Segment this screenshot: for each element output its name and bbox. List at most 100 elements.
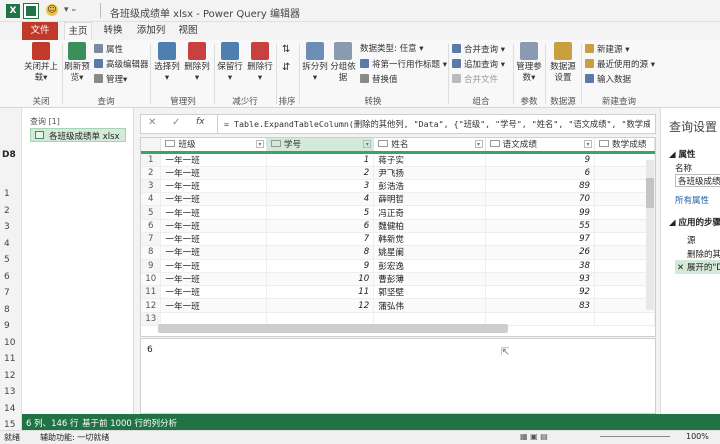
cell-class[interactable]: 一年一班 — [160, 245, 267, 260]
tab-home[interactable]: 主页 — [64, 22, 92, 40]
manage-params-button[interactable]: 管理参数▾ — [515, 42, 543, 84]
column-type-icon[interactable] — [599, 140, 610, 148]
filter-dropdown-icon[interactable]: ▾ — [363, 140, 372, 149]
cell-chinese-score[interactable]: 6 — [485, 166, 596, 180]
cell-student-id[interactable]: 10 — [266, 272, 375, 287]
cell-student-name[interactable]: 郭坚壁 — [373, 285, 486, 300]
cell-class[interactable]: 一年一班 — [160, 259, 267, 273]
row-number[interactable]: 2 — [141, 166, 162, 180]
excel-name-box[interactable]: D8 — [2, 150, 16, 160]
cell-class[interactable]: 一年一班 — [160, 272, 267, 287]
horizontal-scroll-thumb[interactable] — [158, 324, 508, 333]
table-row[interactable]: 9 一年一班 9 彭宏逸 38 — [141, 259, 655, 273]
cancel-formula-icon[interactable]: ✕ — [148, 117, 156, 128]
cell-class[interactable]: 一年一班 — [160, 285, 267, 300]
accessibility-status[interactable]: 辅助功能: 一切就绪 — [40, 432, 109, 443]
zoom-slider[interactable] — [600, 436, 670, 437]
manage-button[interactable]: 管理▾ — [94, 74, 127, 86]
cell-chinese-score[interactable]: 55 — [485, 219, 596, 233]
filter-dropdown-icon[interactable]: ▾ — [255, 140, 264, 149]
sort-descending-icon[interactable]: ⇵ — [282, 62, 290, 73]
view-mode-icons[interactable]: ▦ ▣ ▤ — [520, 432, 548, 441]
cell-class[interactable]: 一年一班 — [160, 298, 267, 313]
row-number[interactable]: 11 — [141, 285, 162, 300]
cell-student-id[interactable]: 1 — [266, 152, 375, 167]
cell-chinese-score[interactable]: 70 — [485, 192, 596, 207]
cell-student-id[interactable]: 4 — [266, 192, 375, 207]
cell-student-name[interactable]: 彭宏逸 — [373, 259, 486, 273]
column-type-icon[interactable] — [165, 140, 176, 148]
column-header-class[interactable]: 班级 ▾ — [160, 138, 267, 154]
vertical-scrollbar[interactable] — [646, 160, 654, 310]
cell-student-name[interactable]: 冯正奇 — [373, 205, 486, 220]
cell-math-score[interactable] — [594, 312, 655, 327]
cell-chinese-score[interactable]: 9 — [485, 152, 596, 167]
new-source-button[interactable]: 新建源 ▾ — [585, 44, 629, 56]
cell-student-id[interactable]: 7 — [266, 232, 375, 247]
column-header-chinese-score[interactable]: 语文成绩 ▾ — [485, 138, 596, 154]
cell-class[interactable]: 一年一班 — [160, 152, 267, 167]
row-number[interactable]: 10 — [141, 272, 162, 287]
cell-student-id[interactable]: 11 — [266, 285, 375, 300]
cell-class[interactable]: 一年一班 — [160, 232, 267, 247]
row-number[interactable]: 1 — [141, 152, 162, 167]
cell-student-name[interactable]: 薛明哲 — [373, 192, 486, 207]
fx-icon[interactable]: fx — [196, 117, 205, 127]
row-number[interactable]: 7 — [141, 232, 162, 247]
cell-class[interactable]: 一年一班 — [160, 179, 267, 194]
row-number[interactable]: 3 — [141, 179, 162, 194]
keep-rows-button[interactable]: 保留行▾ — [216, 42, 244, 84]
expand-formula-icon[interactable]: ⌄ — [644, 118, 651, 127]
row-number[interactable]: 9 — [141, 259, 162, 273]
remove-columns-button[interactable]: 删除列▾ — [183, 42, 211, 84]
filter-dropdown-icon[interactable]: ▾ — [584, 140, 593, 149]
cell-student-id[interactable]: 5 — [266, 205, 375, 220]
refresh-preview-button[interactable]: 刷新预览▾ — [63, 42, 91, 84]
cell-chinese-score[interactable]: 38 — [485, 259, 596, 273]
column-type-icon[interactable] — [378, 140, 389, 148]
table-row[interactable]: 10 一年一班 10 曹彭薄 93 — [141, 272, 655, 287]
cell-class[interactable]: 一年一班 — [160, 219, 267, 233]
delete-step-icon[interactable]: ✕ — [677, 263, 687, 273]
cell-student-name[interactable]: 彭浩浩 — [373, 179, 486, 194]
recent-sources-button[interactable]: 最近使用的源 ▾ — [585, 59, 655, 71]
column-type-icon[interactable] — [270, 140, 281, 148]
status-profiling[interactable]: 基于前 1000 行的列分析 — [82, 417, 177, 429]
advanced-editor-button[interactable]: 高级编辑器 — [94, 59, 149, 71]
applied-steps-title[interactable]: ◢ 应用的步骤 — [669, 216, 720, 228]
enter-data-button[interactable]: 输入数据 — [585, 74, 631, 86]
vertical-scroll-thumb[interactable] — [646, 178, 654, 208]
column-header-name[interactable]: 姓名 ▾ — [373, 138, 486, 154]
step-item[interactable]: 删除的其 — [687, 248, 720, 260]
cell-class[interactable]: 一年一班 — [160, 205, 267, 220]
quick-access-dropdown-icon[interactable]: ▾ ₌ — [64, 5, 76, 15]
cell-student-name[interactable]: 曹彭薄 — [373, 272, 486, 287]
cell-chinese-score[interactable]: 99 — [485, 205, 596, 220]
tab-transform[interactable]: 转换 — [98, 22, 128, 40]
cell-student-id[interactable]: 12 — [266, 298, 375, 313]
sort-ascending-icon[interactable]: ⇅ — [282, 44, 290, 55]
cell-student-name[interactable]: 魏健柏 — [373, 219, 486, 233]
row-number[interactable]: 6 — [141, 219, 162, 233]
tab-add-column[interactable]: 添加列 — [134, 22, 168, 40]
smiley-feedback-icon[interactable]: ☺ — [46, 4, 58, 16]
cell-student-id[interactable]: 8 — [266, 245, 375, 260]
cell-student-id[interactable]: 3 — [266, 179, 375, 194]
first-row-header-button[interactable]: 将第一行用作标题 ▾ — [360, 59, 447, 71]
table-row[interactable]: 5 一年一班 5 冯正奇 99 — [141, 205, 655, 220]
cell-chinese-score[interactable]: 89 — [485, 179, 596, 194]
column-type-icon[interactable] — [489, 140, 500, 148]
row-number[interactable]: 12 — [141, 298, 162, 313]
combine-files-button[interactable]: 合并文件 — [452, 74, 498, 86]
all-properties-link[interactable]: 所有属性 — [675, 194, 709, 206]
cell-class[interactable]: 一年一班 — [160, 166, 267, 180]
cell-chinese-score[interactable]: 92 — [485, 285, 596, 300]
cell-student-name[interactable]: 蒋子实 — [373, 152, 486, 167]
cell-class[interactable]: 一年一班 — [160, 192, 267, 207]
cell-student-name[interactable]: 韩新觉 — [373, 232, 486, 247]
confirm-formula-icon[interactable]: ✓ — [172, 117, 180, 128]
group-by-button[interactable]: 分组依据 — [330, 42, 356, 84]
step-item[interactable]: 源 — [687, 234, 696, 246]
table-row[interactable]: 8 一年一班 8 姚星阑 26 — [141, 245, 655, 260]
cell-chinese-score[interactable]: 83 — [485, 298, 596, 313]
